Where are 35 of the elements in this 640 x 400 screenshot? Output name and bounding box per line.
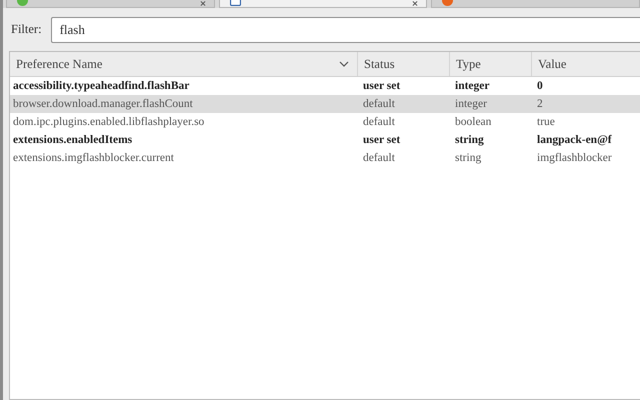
table-cell-text: accessibility.typeaheadfind.flashBar (12, 80, 190, 92)
preference-row[interactable]: browser.download.manager.flashCount default integer 2 (10, 95, 640, 113)
table-cell-text: extensions.imgflashblocker.current (12, 152, 175, 164)
status-column-header[interactable]: Status (358, 52, 450, 76)
name-column-header[interactable]: Preference Name (10, 52, 358, 76)
chevron-down-icon (339, 61, 349, 67)
filter-label: Filter: (11, 22, 42, 37)
close-icon[interactable] (412, 1, 418, 6)
table-cell-text: default (362, 152, 396, 164)
table-cell-text: imgflashblocker (536, 152, 613, 164)
filter-field[interactable]: flash (50, 16, 640, 42)
table-cell-text: extensions.enabledItems (12, 134, 134, 146)
close-icon[interactable] (200, 1, 206, 6)
preference-row[interactable]: extensions.imgflashblocker.current default string imgflashblocker (10, 149, 640, 167)
table-cell-text: 0 (536, 80, 544, 92)
table-cell-text: integer (454, 80, 490, 92)
table-cell-text: browser.download.manager.flashCount (12, 98, 194, 110)
preference-row[interactable]: extensions.enabledItems user set string langpack-en@f (10, 131, 640, 149)
preference-row[interactable]: accessibility.typeaheadfind.flashBar user set integer 0 (10, 77, 640, 95)
browser-tab[interactable] (431, 0, 640, 8)
preference-row[interactable]: dom.ipc.plugins.enabled.libflashplayer.so default boolean true (10, 113, 640, 131)
table-cell-text: integer (454, 98, 488, 110)
table-cell-text: true (536, 116, 556, 128)
table-cell-text: dom.ipc.plugins.enabled.libflashplayer.so (12, 116, 206, 128)
table-cell-text: string (454, 152, 482, 164)
type-column-header[interactable]: Type (450, 52, 532, 76)
table-cell-text: user set (362, 80, 402, 92)
table-cell-text: langpack-en@f (536, 134, 613, 146)
value-column-header[interactable]: Value (532, 52, 640, 76)
table-cell-text: user set (362, 134, 402, 146)
table-cell-text: default (362, 98, 396, 110)
table-cell-text: string (454, 134, 485, 146)
table-cell-text: 2 (536, 98, 544, 110)
table-cell-text: boolean (454, 116, 492, 128)
table-cell-text: default (362, 116, 396, 128)
